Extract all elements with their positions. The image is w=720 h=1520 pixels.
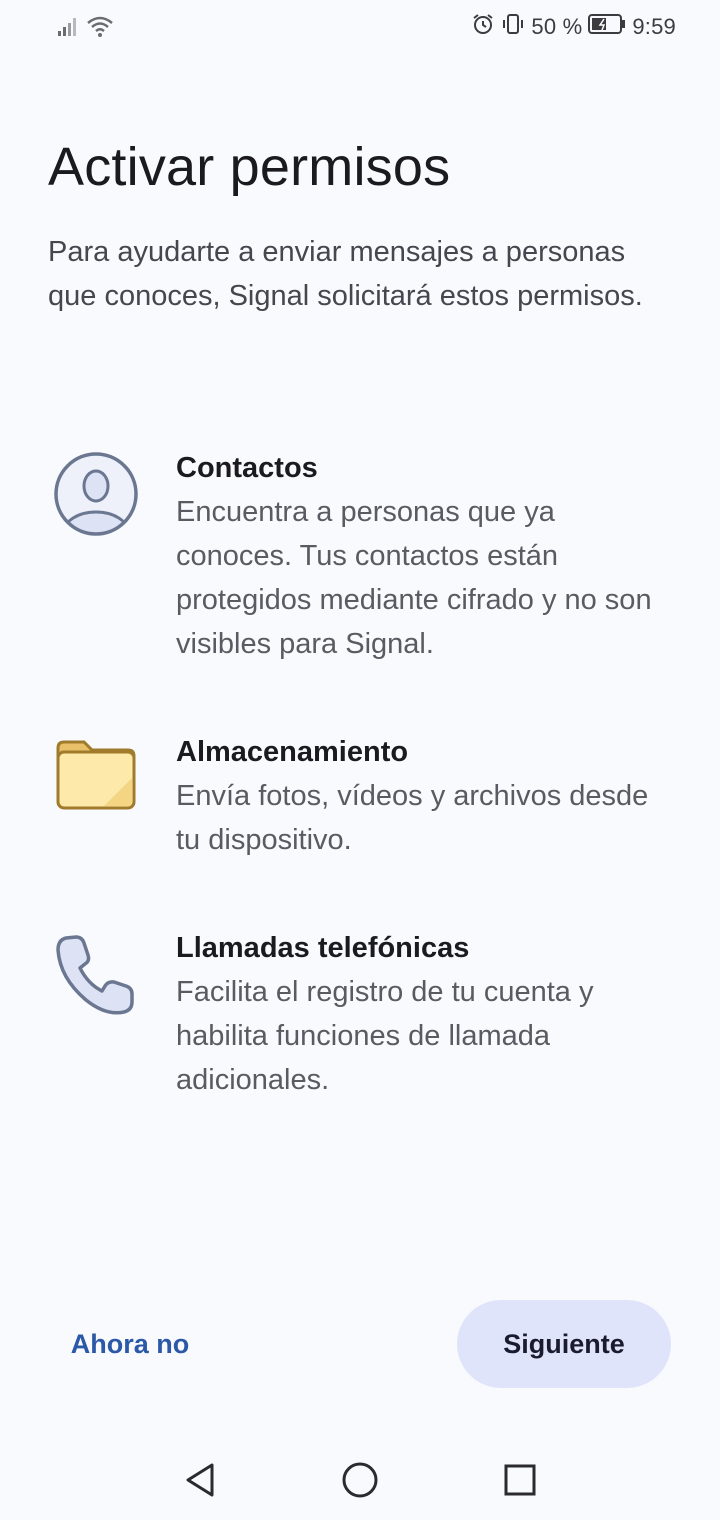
permission-title: Llamadas telefónicas [176, 932, 470, 964]
contact-person-icon [48, 446, 144, 542]
permission-description: Facilita el registro de tu cuenta y habi… [176, 976, 594, 1096]
intro-text: Para ayudarte a enviar mensajes a person… [48, 236, 643, 312]
permission-contacts: Contactos Encuentra a personas que ya co… [48, 446, 678, 666]
back-icon[interactable] [178, 1458, 222, 1502]
next-button[interactable]: Siguiente [457, 1300, 671, 1388]
permission-storage: Almacenamiento Envía fotos, vídeos y arc… [48, 730, 678, 870]
status-right: 50 % 9:59 [471, 12, 676, 42]
status-left [56, 14, 114, 43]
battery-icon [588, 13, 626, 41]
permission-title: Contactos [176, 452, 318, 484]
vibrate-icon [501, 12, 525, 42]
permission-storage-text: Almacenamiento Envía fotos, vídeos y arc… [176, 730, 656, 862]
permission-title: Almacenamiento [176, 736, 409, 768]
signal-strength-icon [56, 14, 80, 43]
status-bar: 50 % 9:59 [0, 0, 720, 56]
permission-description: Envía fotos, vídeos y archivos desde tu … [176, 780, 649, 856]
permission-phone-text: Llamadas telefónicas Facilita el registr… [176, 926, 656, 1102]
battery-percent: 50 % [531, 14, 583, 39]
wifi-icon [86, 14, 114, 43]
phone-icon [48, 926, 144, 1022]
permission-contacts-text: Contactos Encuentra a personas que ya co… [176, 446, 656, 666]
clock: 9:59 [632, 14, 676, 39]
permission-description: Encuentra a personas que ya conoces. Tus… [176, 496, 652, 660]
system-nav-bar [0, 1440, 720, 1520]
recents-icon[interactable] [498, 1458, 542, 1502]
permission-phone: Llamadas telefónicas Facilita el registr… [48, 926, 678, 1106]
folder-icon [48, 730, 144, 826]
not-now-button[interactable]: Ahora no [50, 1300, 210, 1388]
home-icon[interactable] [338, 1458, 382, 1502]
page-title: Activar permisos [48, 137, 451, 197]
alarm-icon [471, 12, 495, 42]
